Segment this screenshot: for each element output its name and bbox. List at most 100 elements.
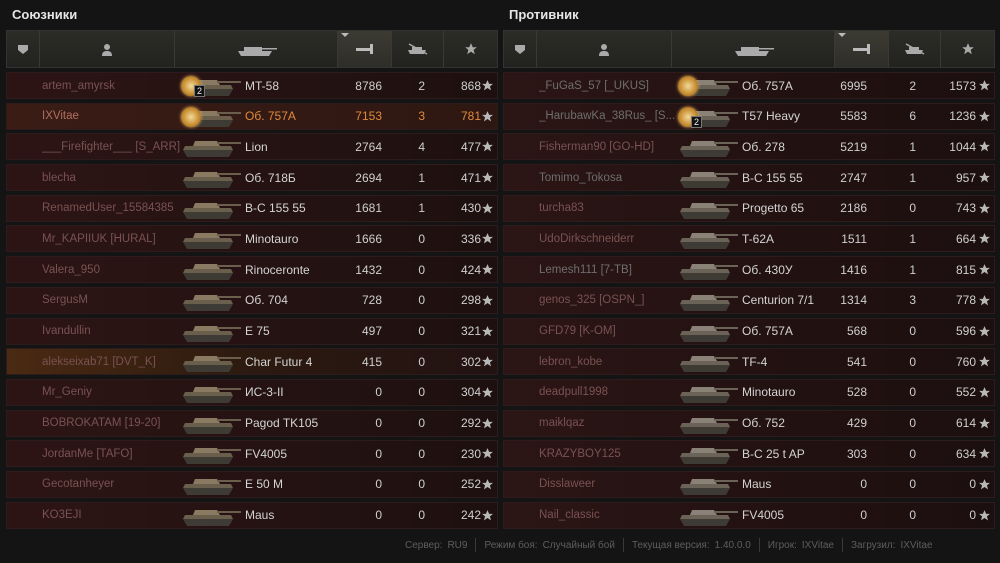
player-row[interactable]: Lemesh111 [7-TB] Об. 430У 1416 1 815 [503, 256, 995, 284]
player-row[interactable]: blecha Об. 718Б 2694 1 471 [6, 164, 498, 192]
kills-column-header[interactable] [392, 31, 445, 67]
damage-value: 728 [361, 293, 382, 308]
player-row[interactable]: Ivandullin E 75 497 0 321 [6, 317, 498, 345]
player-column-header[interactable] [537, 31, 673, 67]
damage-value: 541 [846, 354, 867, 369]
player-name[interactable]: artem_amyrsk [42, 80, 182, 92]
player-row[interactable]: Nail_classic FV4005 0 0 0 [503, 501, 995, 529]
damage-value: 0 [375, 385, 382, 400]
player-name[interactable]: Mr_Geniy [42, 386, 182, 398]
player-row[interactable]: _HarubawKa_38Rus_ [S... 2 T57 Heavy 5583 6 12… [503, 102, 995, 130]
server-label: Сервер: [405, 539, 443, 551]
kills-value: 0 [418, 354, 425, 369]
player-row[interactable]: Mr_Geniy ИС-3-II 0 0 304 [6, 378, 498, 406]
player-name[interactable]: KO3EJI [42, 509, 182, 521]
player-row[interactable]: maiklqaz Об. 752 429 0 614 [503, 409, 995, 437]
player-row[interactable]: JordanMe [TAFO] FV4005 0 0 230 [6, 440, 498, 468]
player-name[interactable]: IXVitae [42, 110, 182, 122]
player-name[interactable]: Disslaweer [539, 478, 679, 490]
tank-column-header[interactable] [175, 31, 338, 67]
player-row[interactable]: _FuGaS_57 [_UKUS] Об. 757A 6995 2 1573 [503, 72, 995, 99]
tank-image [177, 504, 243, 528]
player-column-header[interactable] [40, 31, 176, 67]
player-name[interactable]: maiklqaz [539, 417, 679, 429]
player-name[interactable]: lebron_kobe [539, 356, 679, 368]
player-name[interactable]: deadpull1998 [539, 386, 679, 398]
player-row[interactable]: GFD79 [K-OM] Об. 757A 568 0 596 [503, 317, 995, 345]
player-name[interactable]: RenamedUser_15584385 [42, 202, 182, 214]
kills-value: 1 [909, 262, 916, 277]
player-name[interactable]: UdoDirkschneiderr [539, 233, 679, 245]
player-name[interactable]: Mr_KAPIIUK [HURAL] [42, 233, 182, 245]
squad-column-header[interactable] [504, 31, 537, 67]
star-icon [482, 479, 493, 490]
enemies-title: Противник [509, 7, 579, 22]
player-name[interactable]: genos_325 [OSPN_] [539, 294, 679, 306]
player-row[interactable]: Tomimo_Tokosa B-C 155 55 2747 1 957 [503, 164, 995, 192]
player-row[interactable]: RenamedUser_15584385 B-C 155 55 1681 1 430 [6, 194, 498, 222]
kills-column-header[interactable] [889, 31, 942, 67]
player-row[interactable]: deadpull1998 Minotauro 528 0 552 [503, 378, 995, 406]
player-row[interactable]: genos_325 [OSPN_] Centurion 7/1 1314 3 778 [503, 286, 995, 314]
xp-column-header[interactable] [444, 31, 497, 67]
allies-list: artem_amyrsk 2 MT-58 8786 2 868 IXVitae Об. 757… [6, 72, 498, 532]
player-name[interactable]: SergusM [42, 294, 182, 306]
player-row[interactable]: IXVitae Об. 757A 7153 3 781 [6, 102, 498, 130]
star-icon [482, 202, 493, 214]
player-name[interactable]: Nail_classic [539, 509, 679, 521]
player-row[interactable]: Valera_950 Rinoceronte 1432 0 424 [6, 256, 498, 284]
kills-value: 0 [418, 446, 425, 461]
damage-value: 5219 [840, 139, 867, 154]
xp-column-header[interactable] [941, 31, 994, 67]
player-row[interactable]: KRAZYBOY125 B-C 25 t AP 303 0 634 [503, 440, 995, 468]
kills-value: 0 [418, 324, 425, 338]
player-name[interactable]: Gecotanheyer [42, 478, 182, 490]
player-name[interactable]: Lemesh111 [7-TB] [539, 264, 679, 276]
player-name[interactable]: BOBROKATAM [19-20] [42, 417, 182, 429]
player-row[interactable]: UdoDirkschneiderr T-62A 1511 1 664 [503, 225, 995, 253]
player-row[interactable]: BOBROKATAM [19-20] Pagod TK105 0 0 292 [6, 409, 498, 437]
player-row[interactable]: Disslaweer Maus 0 0 0 [503, 470, 995, 498]
damage-column-header[interactable] [337, 31, 393, 67]
squad-icon [17, 45, 28, 54]
tank-image [177, 135, 243, 159]
enemies-list: _FuGaS_57 [_UKUS] Об. 757A 6995 2 1573 _Harub… [503, 72, 995, 532]
player-name[interactable]: JordanMe [TAFO] [42, 448, 182, 460]
player-row[interactable]: KO3EJI Maus 0 0 242 [6, 501, 498, 529]
player-row[interactable]: SergusM Об. 704 728 0 298 [6, 286, 498, 314]
kills-value: 0 [418, 416, 425, 431]
player-row[interactable]: alekseixab71 [DVT_K] Char Futur 4 415 0 302 [6, 348, 498, 376]
xp-value: 634 [955, 446, 976, 461]
player-name[interactable]: ___Firefighter___ [S_ARR] [42, 141, 182, 153]
player-name[interactable]: blecha [42, 172, 182, 184]
player-name[interactable]: GFD79 [K-OM] [539, 325, 679, 337]
star-icon [979, 448, 990, 459]
player-row[interactable]: Fisherman90 [GO-HD] Об. 278 5219 1 1044 [503, 133, 995, 161]
tank-name: Char Futur 4 [245, 354, 313, 369]
player-row[interactable]: turcha83 Progetto 65 2186 0 743 [503, 194, 995, 222]
player-name[interactable]: _HarubawKa_38Rus_ [S... [539, 110, 679, 122]
damage-value: 1681 [355, 201, 382, 216]
player-row[interactable]: Mr_KAPIIUK [HURAL] Minotauro 1666 0 336 [6, 225, 498, 253]
damage-column-header[interactable] [834, 31, 890, 67]
player-name[interactable]: alekseixab71 [DVT_K] [42, 356, 182, 368]
tank-column-header[interactable] [672, 31, 835, 67]
player-name[interactable]: _FuGaS_57 [_UKUS] [539, 80, 679, 92]
player-name[interactable]: Tomimo_Tokosa [539, 172, 679, 184]
xp-value: 477 [460, 139, 481, 154]
damage-value: 6995 [840, 78, 867, 93]
xp-value: 302 [460, 354, 481, 369]
player-row[interactable]: lebron_kobe TF-4 541 0 760 [503, 348, 995, 376]
squad-column-header[interactable] [7, 31, 40, 67]
player-name[interactable]: turcha83 [539, 202, 679, 214]
player-name[interactable]: Fisherman90 [GO-HD] [539, 141, 679, 153]
player-row[interactable]: Gecotanheyer E 50 M 0 0 252 [6, 470, 498, 498]
player-name[interactable]: KRAZYBOY125 [539, 448, 679, 460]
star-icon [979, 356, 990, 367]
tank-image [674, 350, 740, 374]
kills-value: 1 [909, 170, 916, 185]
player-name[interactable]: Valera_950 [42, 264, 182, 276]
player-name[interactable]: Ivandullin [42, 325, 182, 337]
player-row[interactable]: ___Firefighter___ [S_ARR] Lion 2764 4 477 [6, 133, 498, 161]
player-row[interactable]: artem_amyrsk 2 MT-58 8786 2 868 [6, 72, 498, 99]
